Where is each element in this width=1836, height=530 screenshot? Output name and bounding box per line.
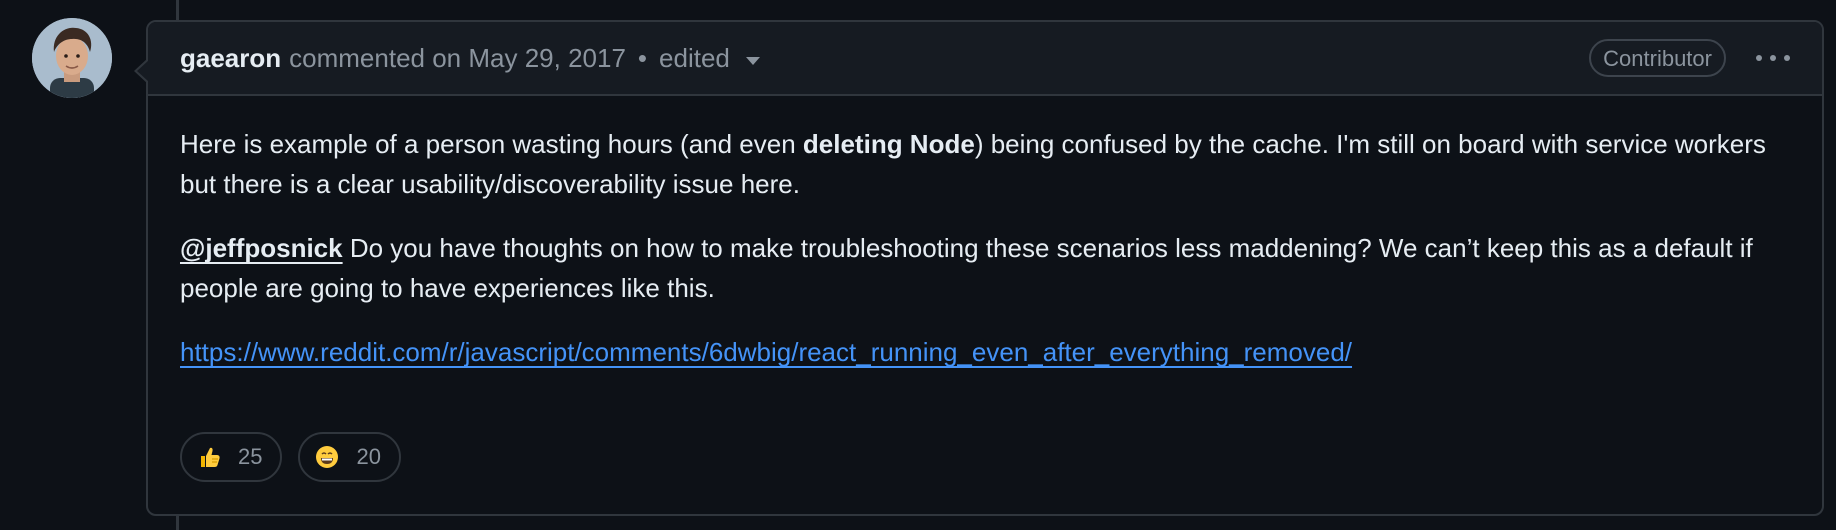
edited-label[interactable]: edited <box>659 43 730 74</box>
more-options-icon[interactable] <box>1750 40 1796 76</box>
contributor-badge: Contributor <box>1589 39 1726 77</box>
kebab-dot <box>1770 55 1776 61</box>
comment-paragraph-3: https://www.reddit.com/r/javascript/comm… <box>180 332 1790 372</box>
reaction-grinning-face-button[interactable]: 20 <box>298 432 401 482</box>
avatar[interactable] <box>32 18 112 98</box>
separator-dot: • <box>637 42 648 73</box>
paragraph-text: Do you have thoughts on how to make trou… <box>180 233 1753 303</box>
thumbs-up-icon <box>201 447 220 467</box>
comment-paragraph-2: @jeffposnick Do you have thoughts on how… <box>180 228 1790 308</box>
bold-text: deleting Node <box>802 129 975 159</box>
kebab-dot <box>1784 55 1790 61</box>
reddit-link[interactable]: https://www.reddit.com/r/javascript/comm… <box>180 337 1352 367</box>
comment-paragraph-1: Here is example of a person wasting hour… <box>180 124 1790 204</box>
author-link[interactable]: gaearon <box>180 43 281 74</box>
comment-header: gaearon commented on May 29, 2017 • edit… <box>148 22 1822 96</box>
grinning-face-icon <box>316 446 339 468</box>
comment-body: Here is example of a person wasting hour… <box>148 96 1822 372</box>
reaction-count: 25 <box>238 444 263 469</box>
reactions-bar: 25 20 <box>180 432 401 482</box>
user-mention-link[interactable]: @jeffposnick <box>180 233 343 263</box>
comment-timestamp[interactable]: commented on May 29, 2017 <box>289 43 626 74</box>
user-avatar-icon <box>32 18 112 98</box>
comment-box: gaearon commented on May 29, 2017 • edit… <box>134 20 1824 516</box>
kebab-dot <box>1756 55 1762 61</box>
chevron-down-icon[interactable] <box>745 57 760 65</box>
reaction-thumbs-up-button[interactable]: 25 <box>180 432 283 482</box>
paragraph-text: Here is example of a person wasting hour… <box>180 129 803 159</box>
reaction-count: 20 <box>356 444 381 469</box>
